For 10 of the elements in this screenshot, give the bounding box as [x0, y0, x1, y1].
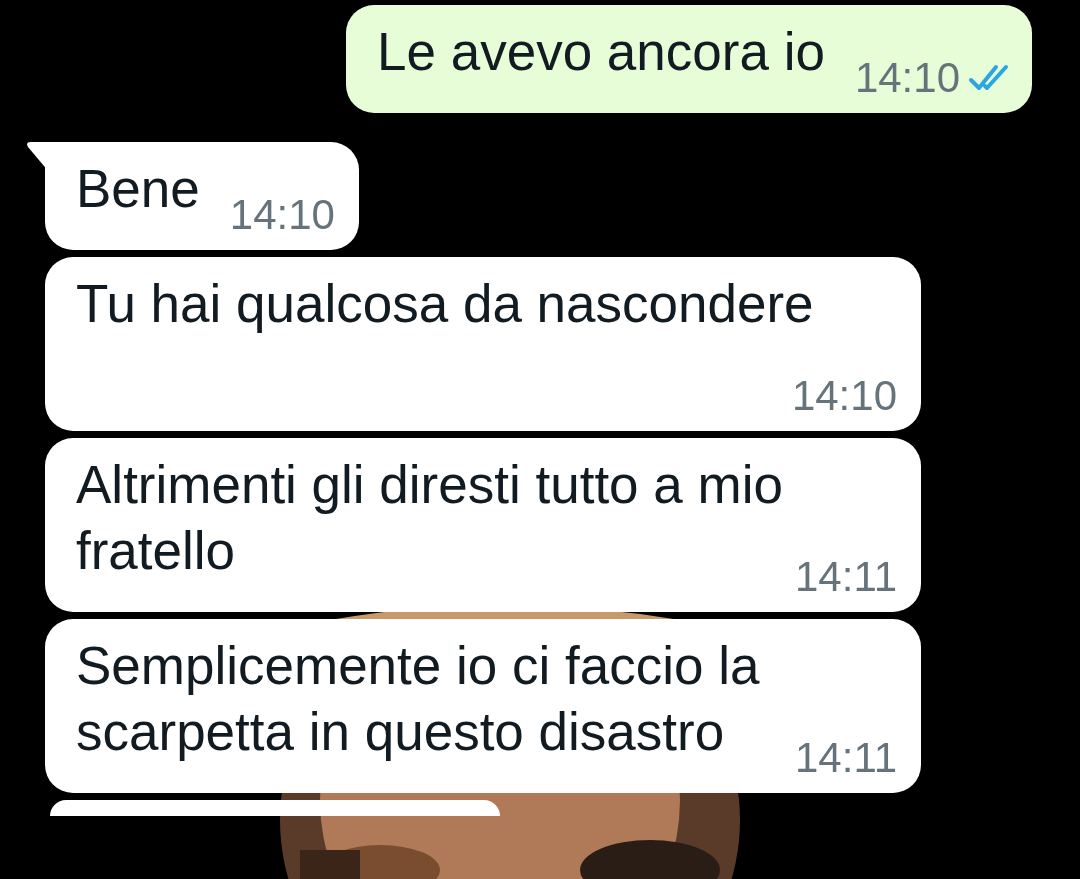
message-time: 14:10: [854, 53, 960, 103]
message-time: 14:10: [791, 371, 897, 421]
message-text: Le avevo ancora io: [377, 22, 825, 81]
message-text: Semplicemente io ci faccio la scarpetta in questo disastro: [76, 636, 760, 761]
message-time: 14:11: [795, 552, 897, 602]
message-time: 14:10: [229, 190, 335, 240]
message-text: Altrimenti gli diresti tutto a mio fratello: [76, 455, 783, 580]
message-text: Bene: [76, 159, 200, 218]
message-time: 14:11: [795, 733, 897, 783]
message-text: Tu hai qualcosa da nascondere: [76, 274, 814, 333]
